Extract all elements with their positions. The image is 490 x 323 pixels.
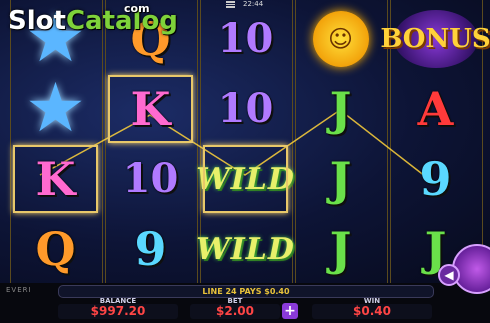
symbol-q: Q <box>35 222 76 276</box>
reel-5-symbol-2: A <box>390 74 481 144</box>
symbol-9: 9 <box>134 222 167 276</box>
winning-symbol-frame <box>13 145 98 213</box>
symbol-j: J <box>329 222 352 276</box>
winning-symbol-frame <box>203 145 288 213</box>
watermark-logo: SlotCatalog com <box>8 2 178 36</box>
clock: 22:44 <box>243 0 264 8</box>
reel-3-symbol-3: WILD <box>196 144 294 214</box>
reel-3-symbol-4: WILD <box>196 214 294 284</box>
bonus-symbol: BONUS <box>380 24 490 54</box>
reel-2-symbol-2: K <box>105 74 196 144</box>
reel-2-symbol-3: 10 <box>105 144 196 214</box>
reel-1-symbol-4: Q <box>10 214 101 284</box>
symbol-10: 10 <box>217 85 274 132</box>
reel-5-symbol-3: 9 <box>390 144 481 214</box>
winning-symbol-frame <box>108 75 193 143</box>
reel-4-symbol-1: ☺ <box>295 4 386 74</box>
symbol-10: 10 <box>217 15 274 62</box>
bet-increase-button[interactable]: + <box>282 303 298 319</box>
symbol-a: A <box>417 82 454 136</box>
symbol-9: 9 <box>419 152 452 206</box>
win-value: $0.40 <box>312 304 432 319</box>
reel-5-symbol-1: BONUS <box>380 4 490 74</box>
reel-2-symbol-4: 9 <box>105 214 196 284</box>
reel-3-symbol-2: 10 <box>200 74 291 144</box>
symbol-j: J <box>329 82 352 136</box>
reel-3-symbol-1: 10 <box>200 4 291 74</box>
reel-1-symbol-2: ★ <box>10 74 101 144</box>
blue-star-icon: ★ <box>25 69 86 148</box>
brand-logo: EVERI <box>6 286 32 294</box>
bet-value: $2.00 <box>190 304 280 319</box>
balance-value: $997.20 <box>58 304 178 319</box>
reel-1-symbol-3: K <box>10 144 101 214</box>
symbol-10: 10 <box>122 155 179 202</box>
sun-face-icon: ☺ <box>312 11 369 67</box>
reel-4-symbol-2: J <box>295 74 386 144</box>
reel-4-symbol-3: J <box>295 144 386 214</box>
reel-4-symbol-4: J <box>295 214 386 284</box>
menu-icon[interactable] <box>226 1 235 8</box>
autoplay-arrow-icon[interactable]: ◀ <box>438 264 460 286</box>
symbol-j: J <box>329 152 352 206</box>
wild-symbol: WILD <box>196 231 295 267</box>
